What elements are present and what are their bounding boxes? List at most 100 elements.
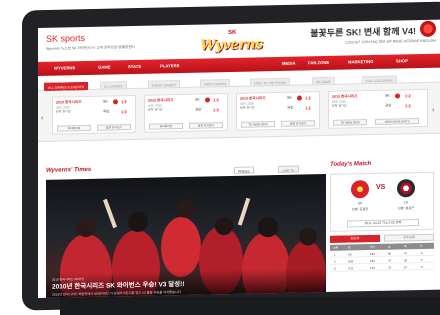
col-team: 팀 [348,245,351,250]
away-team: 국인 [195,107,202,112]
home-team: SK [287,95,292,100]
sk-team-icon [395,93,400,99]
account-links[interactable]: LOGOUT JOIN FAQ 정보 MY PAGE SITEMAP ENGLI… [345,39,436,46]
schedule-tabs: ALL GAMES & EVENTS ALL GAMES EVENT GAMES… [44,75,436,91]
versus-label: VS [376,183,386,191]
cell: 2 [334,259,336,264]
todays-match-box: VS SK 선발: 김광현 LG 선발: 봉중근 2011. 04.02 Thu… [330,171,434,232]
tab-only-in-room[interactable]: ONLY IN THE ROOM [250,77,290,87]
highlights-button[interactable]: VIEW HIGHLIGHTS [375,118,419,125]
highlight-button[interactable]: 하이라이트 [57,124,91,132]
ranking-tabs: 팀순위 선수순위 [330,233,434,243]
tab-sk-game[interactable]: SK GAME [312,76,336,86]
wyverns-logo[interactable]: SK Wyverns [198,29,270,57]
tab-player-ranking[interactable]: 선수순위 [384,233,434,242]
headline-photo[interactable]: 2010 한국시리즈 제4차전 2010년 한국시리즈 SK 와이번스 우승! … [46,173,326,299]
game-venue: 문학 경기장 [56,109,71,114]
home-score: 1:2 [121,99,127,105]
nav-item-media[interactable]: MEDIA [282,61,296,66]
cell: 두산 [348,266,354,271]
cell: 133 [370,251,375,257]
table-row[interactable]: 3 두산 133 73 57 3 [330,263,434,272]
cell: 삼성 [348,259,354,264]
nav-item-marketing[interactable]: MARKETING [348,59,373,65]
home-team: SK [195,97,200,102]
away-team: 국인 [103,109,110,114]
game-venue: 문학 경기장 [240,105,255,110]
sk-sports-logo[interactable]: SK sports [46,33,85,44]
away-starter: 선발: 봉중근 [397,206,415,211]
wyverns-times-title: Wyverns' Times [46,166,92,174]
match-time: 2011. 04.02 Thu 2:00 문학 [347,219,419,228]
nav-item-shop[interactable]: SHOP [396,58,408,63]
col-draws: 무 [420,243,423,248]
nav-item-fanzone[interactable]: FAN ZONE [308,60,329,65]
nav-item-players[interactable]: PLAYERS [160,63,179,68]
data-button[interactable]: TO VIEW DATA [333,119,367,126]
cell: 2 [421,250,423,255]
cell: 3 [421,264,423,269]
home-score: 1:2 [305,95,311,101]
cell: 84 [388,251,392,256]
tab-event-games[interactable]: EVENT GAMES [148,80,180,89]
score-strip: ALL GAMES & EVENTS ALL GAMES EVENT GAMES… [38,75,440,142]
utility-links[interactable]: Wyverns 뉴스센 SK 와이번스TV 고객 온라인샵 팬클럽센터 [46,45,135,52]
away-team: 국인 [385,103,392,108]
away-score: 1:2 [213,107,219,113]
home-team: SK [103,99,108,104]
cell: SK [348,252,352,257]
browser-screen: SK sports 불꽃두른 SK! 변새 함께 V4! Wyverns 뉴스센… [38,19,440,299]
slogan-text: 불꽃두른 SK! 변새 함께 V4! [310,26,416,39]
cell: 3 [334,266,336,271]
sk-team-icon [205,97,210,103]
cell: 52 [404,258,408,263]
home-team: SK [385,93,390,98]
tab-team-ranking[interactable]: 팀순위 [330,234,380,243]
replay-button[interactable]: 응원 다시보기 [189,122,223,129]
game-card[interactable]: 2010 한국시리즈 SEP. 2010 문학 경기장 SK 1:2 국인 1:… [52,94,136,135]
cell: 79 [388,258,392,263]
sk-emblem-icon [351,180,369,199]
tab-live-tv[interactable]: LIVE TV [278,165,299,173]
col-wins: 승 [388,244,391,249]
cell: 57 [404,265,408,270]
tab-press[interactable]: PRESS [234,166,254,174]
nav-item-stats[interactable]: STATS [128,64,141,69]
game-card[interactable]: 2010 한국시리즈 SEP. 2010 문학 경기장 SK 1:2 국인 1:… [236,91,320,131]
cell: 133 [370,258,375,264]
home-score: 1:2 [213,97,219,103]
main-navigation: WYVERNS GAME STATS PLAYERS MEDIA FAN ZON… [38,53,440,76]
lg-emblem-icon [397,179,415,198]
game-venue: 문학 경기장 [332,103,347,108]
cell: 1 [334,252,336,257]
cell: 73 [388,265,392,270]
data-button[interactable]: TO VIEW DATA [241,121,275,128]
sk-emblem-icon [420,20,436,37]
game-card[interactable]: 2010 한국시리즈 SEP. 2010 문학 경기장 SK 1:2 국인 1:… [144,93,228,133]
highlight-button[interactable]: 하이라이트 [149,122,183,130]
away-team: 국인 [287,105,294,110]
col-games: 경기 [370,244,376,250]
prev-arrow-icon[interactable]: ‹ [41,115,43,122]
tab-all-games[interactable]: ALL GAMES [100,81,127,90]
home-team-name: SK [357,201,363,206]
game-venue: 문학 경기장 [148,107,163,112]
nav-item-game[interactable]: GAME [98,64,111,69]
game-card[interactable]: 2010 한국시리즈 SEP. 2010 문학 경기장 SK 1:2 국인 1:… [328,88,428,129]
nav-item-wyverns[interactable]: WYVERNS [54,65,75,70]
tab-all-games-events[interactable]: ALL GAMES & EVENTS [44,81,88,91]
away-team-name: LG [403,200,409,205]
tab-first-games[interactable]: FIRST GAMES [200,78,231,88]
replay-button[interactable]: 응원 다시보기 [281,120,315,127]
replay-button[interactable]: 응원 다시보기 [97,124,131,131]
sk-team-icon [113,99,118,105]
home-score: 1:2 [405,93,411,99]
home-starter: 선발: 김광현 [351,207,369,212]
col-losses: 패 [404,244,407,249]
laptop-base [60,297,440,315]
tab-full-calendar[interactable]: FULL CALENDAR [362,75,397,85]
todays-match-title: Today's Match [330,161,372,168]
cell: 2 [421,257,423,262]
next-arrow-icon[interactable]: › [432,107,434,114]
cell: 47 [404,251,408,256]
